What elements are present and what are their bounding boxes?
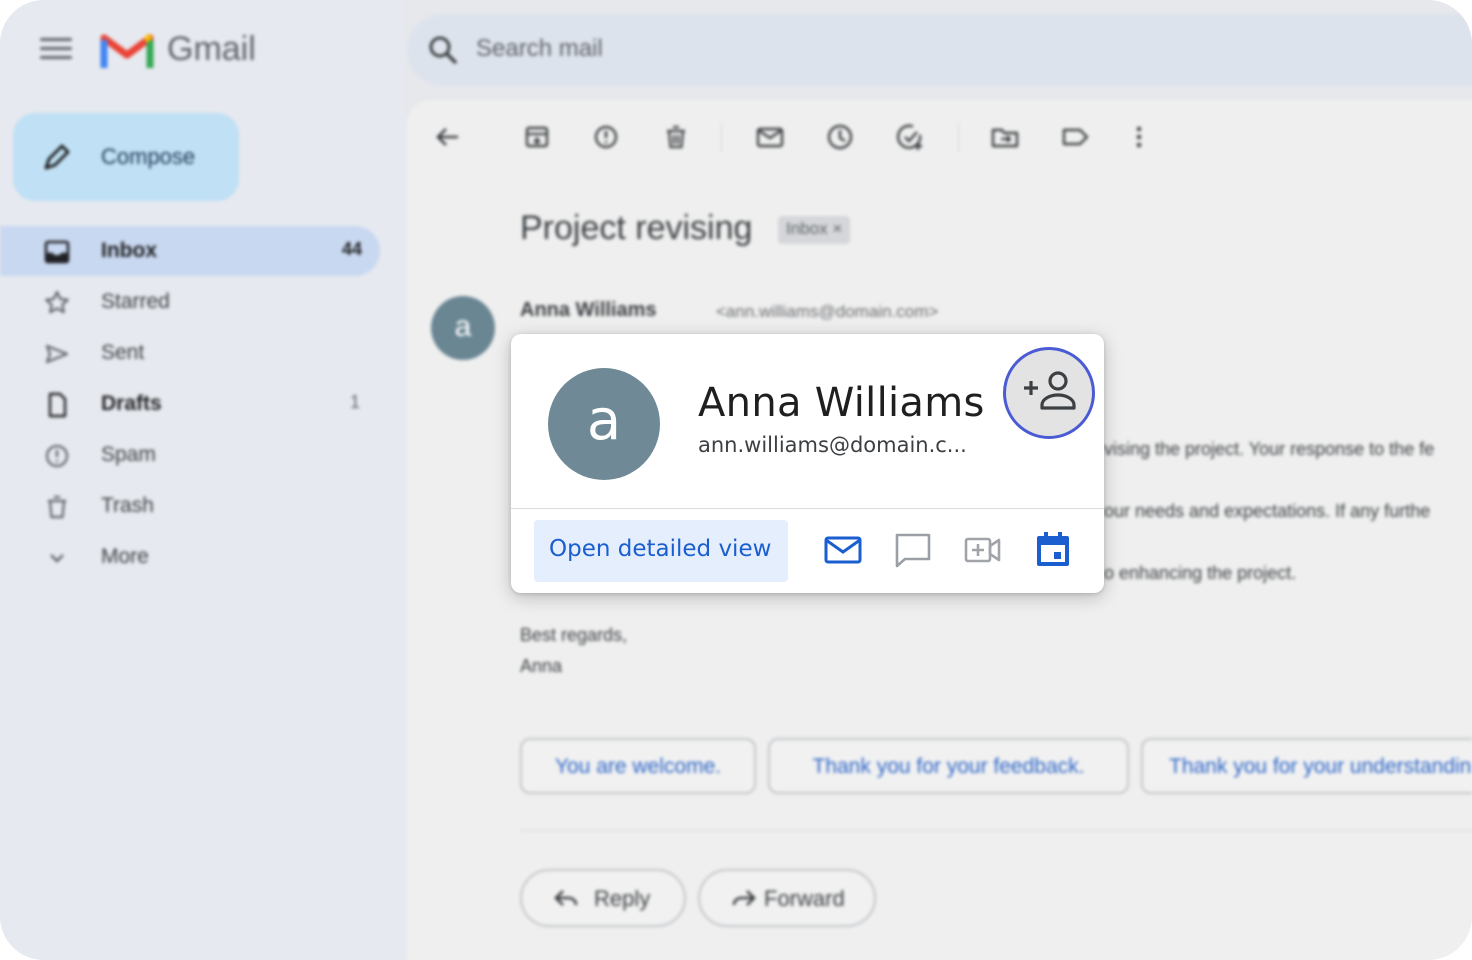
label-chip-text: Inbox — [786, 219, 828, 238]
archive-icon[interactable] — [522, 122, 552, 152]
back-arrow-icon[interactable] — [433, 122, 463, 152]
search-bar[interactable]: Search mail — [407, 14, 1472, 86]
compose-button[interactable]: Compose — [13, 113, 239, 201]
sidebar-item-label: Drafts — [101, 392, 162, 415]
video-call-icon[interactable] — [963, 532, 1003, 568]
trash-icon — [48, 495, 66, 519]
email-icon[interactable] — [823, 532, 863, 568]
label-icon[interactable] — [1060, 122, 1090, 152]
report-spam-icon[interactable] — [591, 122, 621, 152]
forward-icon — [732, 890, 756, 906]
draft-count: 1 — [349, 392, 360, 412]
sidebar-item-label: Inbox — [101, 239, 157, 262]
forward-label: Forward — [764, 886, 845, 911]
toolbar-divider — [721, 124, 722, 152]
sidebar-item-more[interactable]: More — [0, 532, 380, 582]
contact-card: a Anna Williams ann.williams@domain.c...… — [511, 334, 1104, 593]
contact-email: ann.williams@domain.c... — [698, 433, 967, 457]
sidebar-item-trash[interactable]: Trash — [0, 481, 380, 531]
sidebar-item-inbox[interactable]: Inbox 44 — [0, 226, 380, 276]
remove-label-icon[interactable]: × — [832, 219, 842, 238]
sidebar-item-label: Starred — [101, 290, 170, 313]
reply-button[interactable]: Reply — [520, 869, 686, 927]
body-text: o enhancing the project. — [1104, 563, 1297, 583]
signature: Anna — [520, 656, 563, 676]
sidebar-item-starred[interactable]: Starred — [0, 277, 380, 327]
body-text: vising the project. Your response to the… — [1104, 439, 1435, 459]
more-vert-icon[interactable] — [1124, 122, 1154, 152]
smart-reply-chip[interactable]: Thank you for your feedback. — [768, 738, 1129, 794]
sender-email: <ann.williams@domain.com> — [716, 302, 939, 321]
calendar-icon[interactable] — [1033, 532, 1073, 568]
pencil-icon — [44, 144, 70, 170]
contact-avatar: a — [548, 368, 660, 480]
sidebar-item-sent[interactable]: Sent — [0, 328, 380, 378]
card-divider — [511, 508, 1104, 509]
sidebar-item-label: Sent — [101, 341, 145, 364]
unread-count: 44 — [341, 239, 362, 259]
mark-unread-icon[interactable] — [755, 122, 785, 152]
draft-icon — [48, 392, 67, 418]
divider — [520, 830, 1472, 831]
sidebar-item-drafts[interactable]: Drafts 1 — [0, 379, 380, 429]
move-to-icon[interactable] — [990, 122, 1020, 152]
email-subject: Project revising — [520, 209, 753, 247]
chat-icon[interactable] — [893, 532, 933, 568]
body-text: our needs and expectations. If any furth… — [1104, 501, 1431, 521]
add-contact-button[interactable] — [1003, 347, 1095, 439]
reply-label: Reply — [594, 886, 651, 911]
gmail-logo-icon — [100, 33, 154, 68]
compose-label: Compose — [101, 144, 196, 169]
search-input[interactable]: Search mail — [476, 35, 603, 63]
toolbar-divider — [958, 124, 959, 152]
label-chip[interactable]: Inbox × — [778, 216, 851, 244]
reply-icon — [554, 890, 578, 906]
smart-reply-chip[interactable]: Thank you for your understanding. — [1141, 738, 1472, 794]
app-name: Gmail — [167, 30, 256, 68]
spam-icon — [45, 444, 69, 468]
add-contact-icon — [1024, 371, 1076, 410]
inbox-icon — [44, 240, 70, 264]
smart-reply-chip[interactable]: You are welcome. — [520, 738, 756, 794]
add-task-icon[interactable] — [895, 122, 925, 152]
send-icon — [45, 344, 69, 364]
delete-icon[interactable] — [661, 122, 691, 152]
sender-avatar[interactable]: a — [431, 296, 495, 360]
star-icon — [45, 290, 69, 314]
chevron-down-icon — [50, 554, 64, 563]
sidebar-item-label: Trash — [101, 494, 154, 517]
sidebar: Gmail Compose Inbox 44 Starred Sent Draf… — [0, 0, 405, 960]
main-menu-icon[interactable] — [40, 38, 72, 62]
search-icon — [429, 36, 458, 65]
open-detailed-view-button[interactable]: Open detailed view — [534, 520, 788, 582]
forward-button[interactable]: Forward — [698, 869, 876, 927]
sidebar-item-label: Spam — [101, 443, 156, 466]
contact-name: Anna Williams — [698, 380, 985, 426]
snooze-icon[interactable] — [825, 122, 855, 152]
app-window: Gmail Compose Inbox 44 Starred Sent Draf… — [0, 0, 1472, 960]
sidebar-item-spam[interactable]: Spam — [0, 430, 380, 480]
sign-off: Best regards, — [520, 625, 628, 645]
sender-name[interactable]: Anna Williams — [520, 299, 657, 322]
sidebar-item-label: More — [101, 545, 149, 568]
